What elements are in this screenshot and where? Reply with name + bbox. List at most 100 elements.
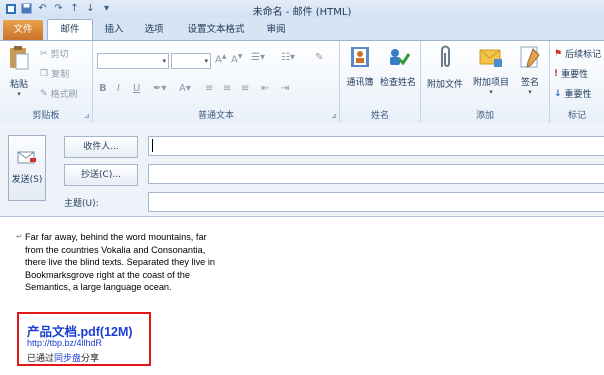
- low-importance-label: 重要性: [564, 90, 592, 100]
- body-line: Far far away, behind the word mountains,…: [25, 232, 207, 242]
- chevron-down-icon: ▾: [162, 57, 166, 65]
- follow-up-label: 后续标记: [565, 50, 602, 60]
- basic-text-launcher-icon[interactable]: ⊿: [331, 112, 337, 120]
- tags-group-label: 标记: [567, 111, 586, 121]
- format-painter-label: 格式刷: [50, 90, 78, 100]
- window-title: 未命名 - 邮件 (HTML): [252, 7, 352, 18]
- address-book-icon: [343, 45, 377, 72]
- address-book-button[interactable]: 通讯簿: [343, 45, 377, 88]
- body-line: from the countries Vokalia and Consonant…: [25, 244, 206, 255]
- share-suffix: 分享: [81, 354, 100, 364]
- down-arrow-icon: ↓: [554, 88, 562, 99]
- body-line: Bookmarksgrove right at the coast of the: [25, 269, 190, 280]
- paste-button[interactable]: 粘贴 ▾: [5, 45, 33, 98]
- attachment-link[interactable]: http://tbp.bz/4llhdR: [27, 338, 102, 348]
- signature-label: 签名: [520, 78, 539, 88]
- tab-file[interactable]: 文件: [3, 20, 43, 40]
- tab-insert[interactable]: 插入: [98, 20, 130, 40]
- attachment-share-note: 已通过同步盘分享: [27, 351, 99, 364]
- compose-header: 发送(S) 收件人... 抄送(C)... 主题(U):: [0, 123, 604, 217]
- basic-text-group: ▾ ▾ A▲ A▼ ☰▾ ☷▾ ✎ B I U ✒▾ A▾ ≡ ≡ ≡ ⇤ ⇥ …: [93, 41, 340, 123]
- numbering-icon[interactable]: ☷▾: [281, 52, 295, 63]
- high-importance-button[interactable]: ! 重要性: [554, 67, 589, 81]
- to-field[interactable]: [148, 136, 604, 156]
- check-names-icon: [378, 45, 418, 72]
- high-importance-label: 重要性: [561, 70, 589, 80]
- basic-text-group-label: 普通文本: [197, 111, 234, 121]
- include-group-label: 添加: [475, 111, 494, 121]
- font-combo[interactable]: ▾: [97, 53, 169, 69]
- align-left-icon[interactable]: ≡: [205, 83, 213, 94]
- exclamation-icon: !: [554, 68, 559, 79]
- attach-item-dropdown-icon[interactable]: ▾: [469, 88, 513, 96]
- ribbon-tabs: 文件 邮件 插入 选项 设置文本格式 审阅: [0, 18, 604, 41]
- body-line: Semantics, a large language ocean.: [25, 282, 172, 293]
- subject-field[interactable]: [148, 192, 604, 212]
- low-importance-button[interactable]: ↓ 重要性: [554, 87, 592, 101]
- cut-label: 剪切: [50, 50, 69, 60]
- copy-label: 复制: [51, 70, 70, 80]
- tab-review[interactable]: 审阅: [262, 20, 290, 40]
- highlight-icon[interactable]: ✒▾: [153, 83, 166, 94]
- paperclip-icon: [423, 45, 467, 74]
- check-names-label: 检查姓名: [379, 78, 416, 88]
- paste-label: 粘贴: [9, 80, 28, 90]
- attach-file-button[interactable]: 附加文件: [423, 45, 467, 90]
- flag-icon: ⚑: [554, 48, 563, 59]
- underline-icon[interactable]: U: [133, 83, 140, 94]
- decrease-indent-icon[interactable]: ⇤: [261, 83, 269, 94]
- signature-dropdown-icon[interactable]: ▾: [515, 88, 545, 96]
- address-book-label: 通讯簿: [346, 78, 374, 88]
- bold-icon[interactable]: B: [99, 83, 107, 94]
- tab-options[interactable]: 选项: [138, 20, 170, 40]
- paste-dropdown-icon[interactable]: ▾: [5, 90, 33, 98]
- names-group-label: 姓名: [370, 111, 389, 121]
- cc-field[interactable]: [148, 164, 604, 184]
- tags-group: ⚑ 后续标记 ! 重要性 ↓ 重要性 标记: [550, 41, 604, 123]
- attachment-card: 产品文档.pdf(12M) http://tbp.bz/4llhdR 已通过同步…: [17, 312, 151, 366]
- body-paragraph: Far far away, behind the word mountains,…: [25, 231, 245, 294]
- chevron-down-icon: ▾: [204, 57, 208, 65]
- tab-format-text[interactable]: 设置文本格式: [180, 20, 252, 40]
- cc-button[interactable]: 抄送(C)...: [64, 164, 138, 186]
- body-line: there live the blind texts. Separated th…: [25, 257, 215, 268]
- format-painter-button[interactable]: ✎ 格式刷: [40, 87, 78, 101]
- bullets-icon[interactable]: ☰▾: [251, 52, 265, 63]
- font-color-icon[interactable]: A▾: [179, 83, 191, 94]
- align-center-icon[interactable]: ≡: [223, 83, 231, 94]
- cut-button[interactable]: ✂ 剪切: [40, 47, 69, 61]
- attach-item-label: 附加项目: [472, 78, 509, 88]
- copy-button[interactable]: ❐ 复制: [40, 67, 70, 81]
- share-prefix: 已通过: [27, 354, 55, 364]
- clear-format-icon[interactable]: ✎: [315, 52, 323, 63]
- signature-button[interactable]: 签名 ▾: [515, 45, 545, 96]
- send-label: 发送(S): [11, 175, 43, 185]
- grow-font-icon[interactable]: A▲: [215, 53, 226, 65]
- clipboard-group: 粘贴 ▾ ✂ 剪切 ❐ 复制 ✎ 格式刷 剪贴板 ⊿: [0, 41, 93, 123]
- share-link[interactable]: 同步盘: [54, 354, 81, 364]
- paste-icon: [5, 45, 33, 74]
- follow-up-button[interactable]: ⚑ 后续标记: [554, 47, 602, 61]
- clipboard-launcher-icon[interactable]: ⊿: [84, 112, 90, 120]
- check-names-button[interactable]: 检查姓名: [378, 45, 418, 88]
- brush-icon: ✎: [40, 88, 48, 99]
- envelope-icon: [469, 45, 513, 72]
- title-bar: ↶ ↷ ↑ ↓ ▾ 未命名 - 邮件 (HTML): [0, 0, 604, 18]
- send-button[interactable]: 发送(S): [8, 135, 46, 201]
- font-size-combo[interactable]: ▾: [171, 53, 211, 69]
- message-body[interactable]: ↵ Far far away, behind the word mountain…: [0, 217, 604, 375]
- italic-icon[interactable]: I: [117, 83, 120, 94]
- tab-message[interactable]: 邮件: [47, 19, 93, 41]
- ribbon: 粘贴 ▾ ✂ 剪切 ❐ 复制 ✎ 格式刷 剪贴板 ⊿ ▾ ▾ A▲ A▼ ☰▾ …: [0, 40, 604, 124]
- return-mark-icon: ↵: [16, 232, 23, 241]
- subject-label: 主题(U):: [64, 199, 99, 209]
- align-right-icon[interactable]: ≡: [241, 83, 249, 94]
- clipboard-group-label: 剪贴板: [32, 111, 60, 121]
- text-cursor: [152, 139, 153, 152]
- increase-indent-icon[interactable]: ⇥: [281, 83, 289, 94]
- attach-item-button[interactable]: 附加项目 ▾: [469, 45, 513, 96]
- to-button[interactable]: 收件人...: [64, 136, 138, 158]
- names-group: 通讯簿 检查姓名 姓名: [340, 41, 421, 123]
- include-group: 附加文件 附加项目 ▾ 签名 ▾ 添加: [421, 41, 550, 123]
- shrink-font-icon[interactable]: A▼: [231, 53, 242, 65]
